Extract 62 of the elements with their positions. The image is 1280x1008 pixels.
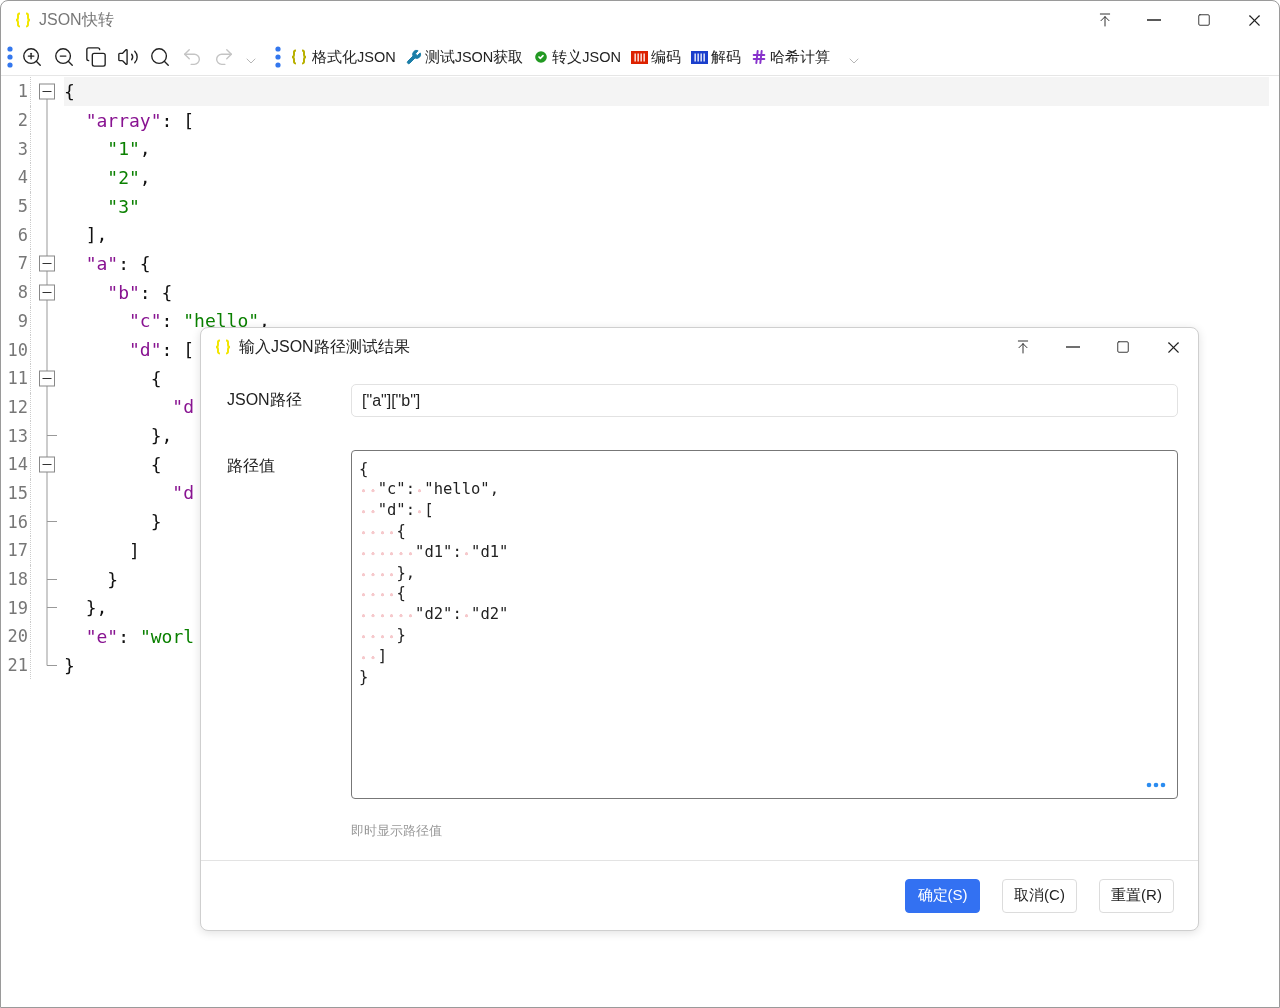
code-line: } [64,654,75,676]
hint-text: 即时显示路径值 [351,822,443,841]
code-line: "2", [106,166,151,188]
field-label: JSON路径 [227,390,303,410]
code-line: "array": [ [84,109,195,131]
code-line: { [149,367,162,389]
code-line: "d [171,396,195,418]
minimize-icon [1066,346,1080,348]
window-title: JSON快转 [39,9,114,30]
code-line: "b": { [106,281,173,303]
code-line: } [106,568,119,590]
code-line: ], [84,224,108,246]
toolbar-action-button[interactable]: 编码 [629,47,683,67]
wrench-icon [405,49,422,65]
zoom-out-icon [53,46,75,68]
braces-icon [13,12,33,28]
code-line: "e": "worl [84,625,195,647]
code-line: }, [149,425,173,447]
barcode-icon [631,50,648,64]
field-label: 路径值 [227,455,276,476]
pin-icon [1015,339,1031,355]
toolbar-action-button[interactable]: 格式化JSON [287,47,398,67]
code-line: } [149,511,162,533]
code-line: "d [171,482,195,504]
code-line: "1", [106,138,151,160]
undo-icon [181,46,203,68]
code-line: "d": [ [128,339,195,361]
pin-icon [1097,12,1113,28]
toolbar-action-button[interactable]: 解码 [689,47,743,67]
code-line: { [149,453,162,475]
search-icon [149,46,171,68]
dialog-title: 输入JSON路径测试结果 [239,336,410,357]
maximize-icon [1116,340,1130,354]
copy-icon [85,46,107,68]
line-number: 1 [1,77,31,106]
copy-button[interactable] [83,44,109,70]
toolbar-action-button[interactable]: 转义JSON [531,47,623,67]
code-line: }, [84,597,108,619]
maximize-icon [1197,13,1211,27]
code-line: { [64,80,75,102]
path-input-field[interactable]: ["a"]["b"] [351,384,1178,417]
redo-icon [213,46,235,68]
code-line: "3" [106,195,140,217]
toolbar-action-button[interactable]: 测试JSON获取 [403,47,526,67]
zoom-in-icon [21,46,43,68]
code-line: ] [128,539,140,561]
minimize-icon [1147,19,1161,21]
speaker-icon [117,46,139,68]
check-circle-icon [533,49,550,65]
braces-icon [289,49,309,65]
code-line: "a": { [84,252,151,274]
value-text-area[interactable]: { "c": "hello", "d": [ { "d1": "d1" }, { "d2": "d2" } ] } [351,449,1178,799]
confirm-button[interactable]: 确定(S) [905,878,980,913]
braces-icon [213,339,233,355]
hash-icon [751,49,767,65]
drag-handle-icon[interactable] [7,46,13,68]
dialog-button[interactable]: 重置(R) [1099,878,1174,913]
barcode-icon [691,50,708,64]
dialog-button[interactable]: 取消(C) [1002,878,1077,913]
toolbar-action-button[interactable]: 哈希计算 [749,47,832,67]
drag-handle-icon[interactable] [275,46,281,68]
more-icon[interactable] [1146,781,1166,788]
